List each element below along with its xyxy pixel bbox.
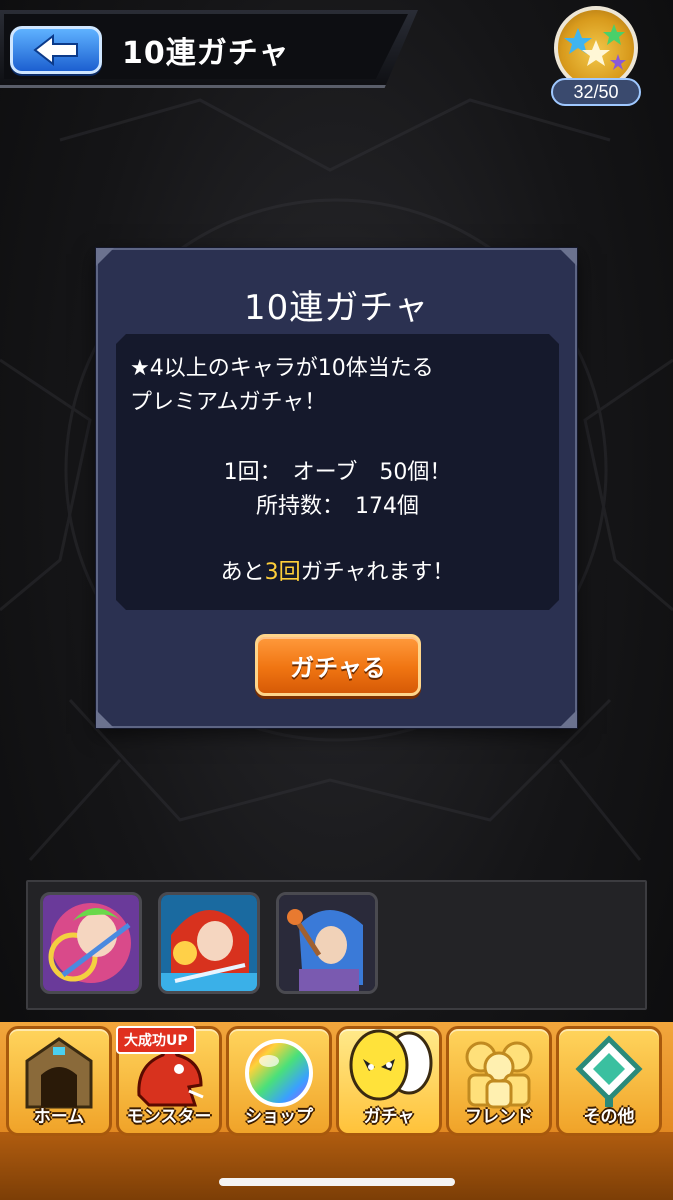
cost-line: 1回： オーブ 50個！ [223,460,452,485]
monster-portrait-blue-hair-icon [279,895,375,991]
back-button[interactable] [10,26,102,74]
page-title: 10連ガチャ [122,36,290,71]
dialog-title: 10連ガチャ [244,288,429,328]
nav-label: ガチャ [363,1107,415,1127]
gacha-button[interactable]: ガチャる [255,634,421,696]
promo-badge: 大成功UP [116,1026,196,1054]
description-line: プレミアムガチャ！ [130,390,327,415]
header-bar: 10連ガチャ [0,10,418,88]
nav-rail [0,1132,673,1200]
party-slot[interactable] [40,892,142,994]
monster-portrait-pink-hair-icon [43,895,139,991]
home-gate-icon [25,1037,93,1109]
remaining-line: あと3回ガチャれます！ [116,554,559,586]
party-slot[interactable] [158,892,260,994]
nav-label: ホーム [33,1107,85,1127]
owned-count-line: 所持数： 174個 [256,494,419,519]
nav-item-gacha[interactable]: ガチャ [336,1026,442,1136]
dialog-body: ★4以上のキャラが10体当たる プレミアムガチャ！ 1回： オーブ 50個！ 所… [116,334,559,610]
party-strip [26,880,647,1010]
nav-label: モンスター [126,1107,212,1127]
rainbow-orb-icon [245,1039,313,1107]
party-slot[interactable] [276,892,378,994]
nav-label: その他 [583,1107,635,1127]
dialog-corner [96,248,114,266]
gacha-dialog: 10連ガチャ ★4以上のキャラが10体当たる プレミアムガチャ！ 1回： オーブ… [96,248,577,728]
rank-counter: 32/50 [551,78,641,106]
remaining-count: 3回 [264,560,301,585]
friends-icon [465,1041,533,1109]
nav-item-home[interactable]: ホーム [6,1026,112,1136]
remaining-suffix: ガチャれます！ [300,560,455,585]
dialog-corner [559,248,577,266]
dialog-corner [96,710,114,728]
bottom-nav: ホーム モンスター ショップ ガチャ フレンド その他 [0,1022,673,1200]
other-menu-icon [575,1035,643,1107]
arrow-left-icon [33,34,78,66]
nav-item-friend[interactable]: フレンド [446,1026,552,1136]
yellow-egg-icon [349,1029,433,1101]
nav-label: ショップ [245,1107,313,1127]
dialog-corner [559,710,577,728]
nav-item-other[interactable]: その他 [556,1026,662,1136]
home-indicator[interactable] [219,1178,455,1186]
rank-badge[interactable]: 32/50 [551,6,641,106]
description-line: ★4以上のキャラが10体当たる [130,356,434,381]
remaining-prefix: あと [220,560,265,585]
nav-item-shop[interactable]: ショップ [226,1026,332,1136]
nav-label: フレンド [465,1107,533,1127]
monster-portrait-red-hair-icon [161,895,257,991]
